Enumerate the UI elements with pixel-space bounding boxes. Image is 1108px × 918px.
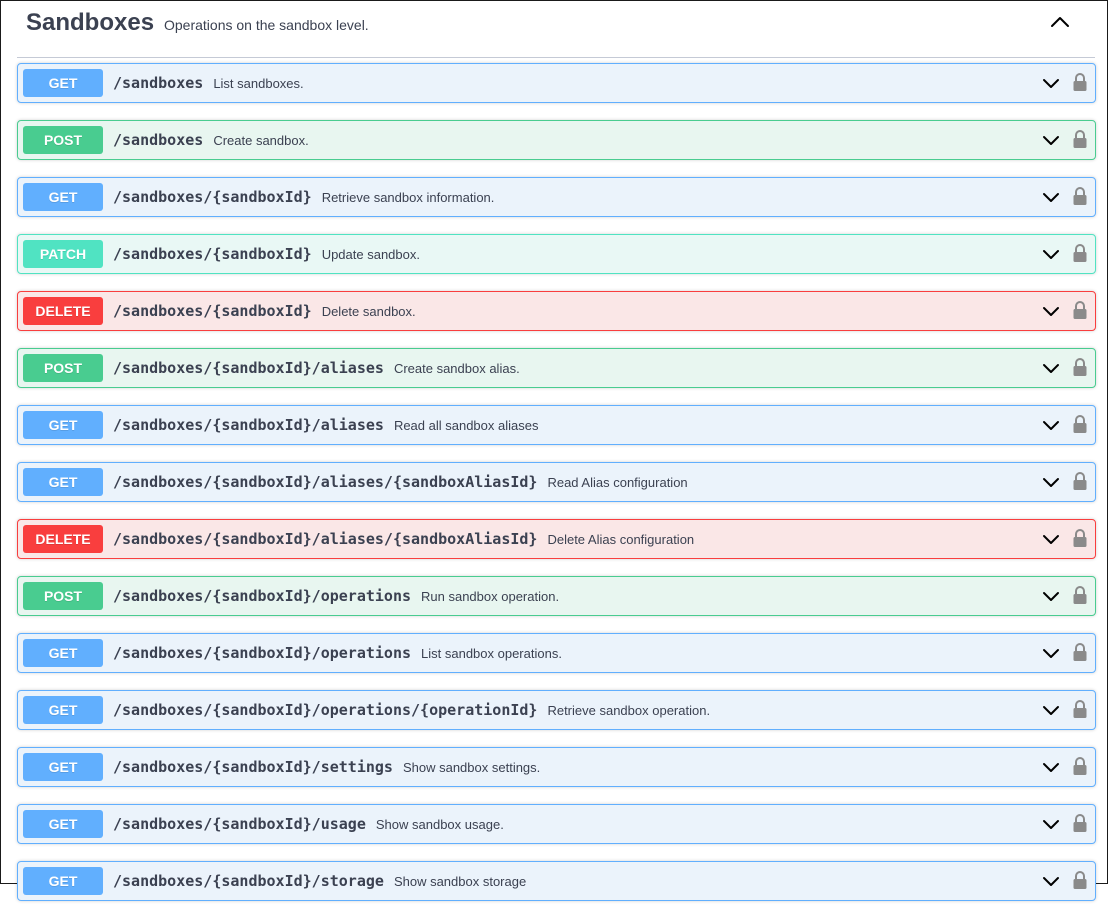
operation-path: /sandboxes/{sandboxId}/settings bbox=[113, 758, 393, 776]
method-badge: PATCH bbox=[23, 240, 103, 268]
method-badge: GET bbox=[23, 753, 103, 781]
chevron-down-icon[interactable] bbox=[1041, 644, 1061, 662]
operation-summary: Show sandbox settings. bbox=[402, 759, 541, 775]
operation-path: /sandboxes/{sandboxId}/operations/{opera… bbox=[113, 701, 538, 719]
lock-icon[interactable] bbox=[1072, 72, 1088, 92]
lock-icon[interactable] bbox=[1072, 357, 1088, 377]
operation-row-get[interactable]: GET /sandboxes/{sandboxId}/operations/{o… bbox=[17, 690, 1096, 730]
method-badge: DELETE bbox=[23, 525, 103, 553]
method-badge: POST bbox=[23, 582, 103, 610]
chevron-down-icon[interactable] bbox=[1041, 188, 1061, 206]
operation-path: /sandboxes/{sandboxId}/storage bbox=[113, 872, 384, 890]
chevron-down-icon[interactable] bbox=[1041, 815, 1061, 833]
operation-path: /sandboxes/{sandboxId} bbox=[113, 302, 312, 320]
lock-icon[interactable] bbox=[1072, 756, 1088, 776]
method-badge: POST bbox=[23, 354, 103, 382]
chevron-down-icon[interactable] bbox=[1041, 74, 1061, 92]
operation-row-get[interactable]: GET /sandboxes/{sandboxId}/aliases/{sand… bbox=[17, 462, 1096, 502]
operation-summary: Create sandbox. bbox=[213, 132, 309, 148]
chevron-down-icon[interactable] bbox=[1041, 758, 1061, 776]
chevron-down-icon[interactable] bbox=[1041, 245, 1061, 263]
tag-description: Operations on the sandbox level. bbox=[164, 17, 369, 33]
operation-summary: Retrieve sandbox information. bbox=[321, 189, 495, 205]
operation-path: /sandboxes/{sandboxId}/aliases/{sandboxA… bbox=[113, 473, 538, 491]
operation-summary: Read all sandbox aliases bbox=[393, 417, 539, 433]
method-badge: POST bbox=[23, 126, 103, 154]
chevron-up-icon[interactable] bbox=[1047, 9, 1073, 35]
lock-icon[interactable] bbox=[1072, 414, 1088, 434]
operation-summary: Show sandbox storage bbox=[393, 873, 527, 889]
operation-summary: Show sandbox usage. bbox=[375, 816, 504, 832]
operation-row-get[interactable]: GET /sandboxes/{sandboxId}/operations Li… bbox=[17, 633, 1096, 673]
method-badge: GET bbox=[23, 411, 103, 439]
operation-row-delete[interactable]: DELETE /sandboxes/{sandboxId}/aliases/{s… bbox=[17, 519, 1096, 559]
operation-row-post[interactable]: POST /sandboxes/{sandboxId}/operations R… bbox=[17, 576, 1096, 616]
method-badge: DELETE bbox=[23, 297, 103, 325]
lock-icon[interactable] bbox=[1072, 129, 1088, 149]
operation-row-get[interactable]: GET /sandboxes/{sandboxId}/settings Show… bbox=[17, 747, 1096, 787]
operation-row-patch[interactable]: PATCH /sandboxes/{sandboxId} Update sand… bbox=[17, 234, 1096, 274]
lock-icon[interactable] bbox=[1072, 585, 1088, 605]
lock-icon[interactable] bbox=[1072, 699, 1088, 719]
operation-path: /sandboxes bbox=[113, 74, 204, 92]
method-badge: GET bbox=[23, 69, 103, 97]
operation-row-post[interactable]: POST /sandboxes/{sandboxId}/aliases Crea… bbox=[17, 348, 1096, 388]
lock-icon[interactable] bbox=[1072, 300, 1088, 320]
method-badge: GET bbox=[23, 468, 103, 496]
operation-path: /sandboxes bbox=[113, 131, 204, 149]
lock-icon[interactable] bbox=[1072, 528, 1088, 548]
operation-row-get[interactable]: GET /sandboxes/{sandboxId} Retrieve sand… bbox=[17, 177, 1096, 217]
operation-summary: Delete Alias configuration bbox=[547, 531, 695, 547]
chevron-down-icon[interactable] bbox=[1041, 530, 1061, 548]
operation-summary: Delete sandbox. bbox=[321, 303, 416, 319]
chevron-down-icon[interactable] bbox=[1041, 302, 1061, 320]
lock-icon[interactable] bbox=[1072, 243, 1088, 263]
chevron-down-icon[interactable] bbox=[1041, 416, 1061, 434]
tag-title: Sandboxes bbox=[26, 9, 155, 36]
operation-path: /sandboxes/{sandboxId}/aliases bbox=[113, 416, 384, 434]
chevron-down-icon[interactable] bbox=[1041, 359, 1061, 377]
operation-path: /sandboxes/{sandboxId}/operations bbox=[113, 587, 412, 605]
lock-icon[interactable] bbox=[1072, 813, 1088, 833]
lock-icon[interactable] bbox=[1072, 642, 1088, 662]
operation-row-post[interactable]: POST /sandboxes Create sandbox. bbox=[17, 120, 1096, 160]
operation-summary: Read Alias configuration bbox=[547, 474, 688, 490]
chevron-down-icon[interactable] bbox=[1041, 701, 1061, 719]
method-badge: GET bbox=[23, 183, 103, 211]
operation-path: /sandboxes/{sandboxId}/aliases/{sandboxA… bbox=[113, 530, 538, 548]
lock-icon[interactable] bbox=[1072, 870, 1088, 890]
operation-path: /sandboxes/{sandboxId} bbox=[113, 245, 312, 263]
operation-path: /sandboxes/{sandboxId}/usage bbox=[113, 815, 366, 833]
operation-row-get[interactable]: GET /sandboxes/{sandboxId}/storage Show … bbox=[17, 861, 1096, 901]
operation-summary: Retrieve sandbox operation. bbox=[547, 702, 711, 718]
chevron-down-icon[interactable] bbox=[1041, 473, 1061, 491]
lock-icon[interactable] bbox=[1072, 186, 1088, 206]
lock-icon[interactable] bbox=[1072, 471, 1088, 491]
method-badge: GET bbox=[23, 696, 103, 724]
operation-row-get[interactable]: GET /sandboxes List sandboxes. bbox=[17, 63, 1096, 103]
chevron-down-icon[interactable] bbox=[1041, 872, 1061, 890]
tag-header[interactable]: Sandboxes Operations on the sandbox leve… bbox=[17, 1, 1095, 58]
operations-list: GET /sandboxes List sandboxes. POST /san… bbox=[17, 63, 1096, 918]
operation-row-get[interactable]: GET /sandboxes/{sandboxId}/usage Show sa… bbox=[17, 804, 1096, 844]
method-badge: GET bbox=[23, 867, 103, 895]
operation-row-delete[interactable]: DELETE /sandboxes/{sandboxId} Delete san… bbox=[17, 291, 1096, 331]
operation-summary: Create sandbox alias. bbox=[393, 360, 520, 376]
operation-summary: List sandboxes. bbox=[213, 75, 304, 91]
operation-row-get[interactable]: GET /sandboxes/{sandboxId}/aliases Read … bbox=[17, 405, 1096, 445]
api-tag-section: Sandboxes Operations on the sandbox leve… bbox=[0, 0, 1108, 901]
operation-path: /sandboxes/{sandboxId}/operations bbox=[113, 644, 412, 662]
operation-path: /sandboxes/{sandboxId} bbox=[113, 188, 312, 206]
method-badge: GET bbox=[23, 810, 103, 838]
operation-summary: List sandbox operations. bbox=[421, 645, 562, 661]
method-badge: GET bbox=[23, 639, 103, 667]
operation-path: /sandboxes/{sandboxId}/aliases bbox=[113, 359, 384, 377]
operation-summary: Run sandbox operation. bbox=[421, 588, 560, 604]
chevron-down-icon[interactable] bbox=[1041, 131, 1061, 149]
chevron-down-icon[interactable] bbox=[1041, 587, 1061, 605]
operation-summary: Update sandbox. bbox=[321, 246, 420, 262]
